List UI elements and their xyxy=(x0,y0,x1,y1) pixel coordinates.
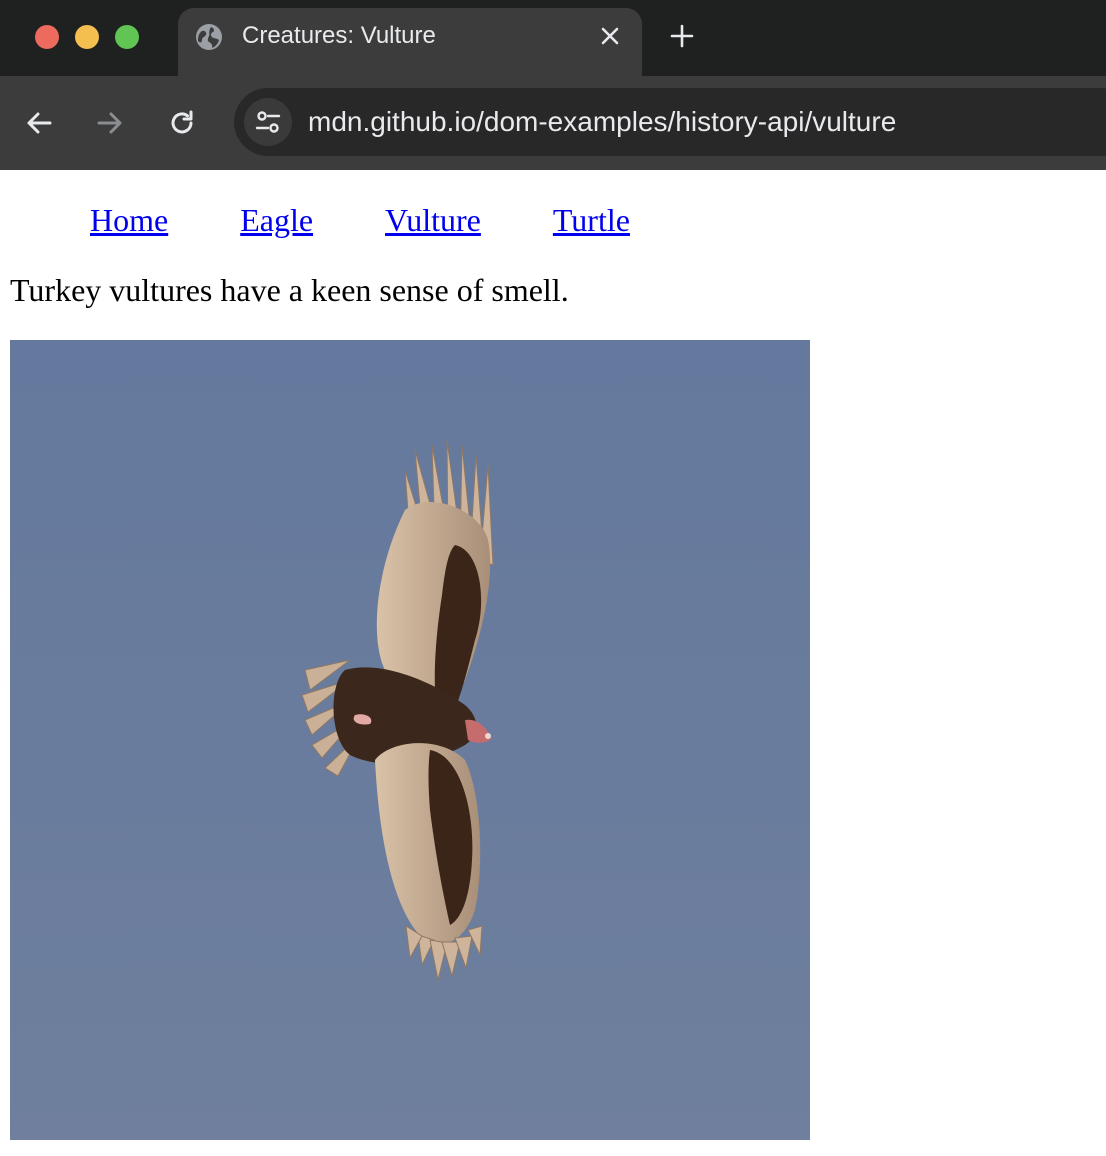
vulture-image xyxy=(10,340,810,1140)
nav-item: Home xyxy=(90,200,168,240)
arrow-left-icon[interactable] xyxy=(22,106,56,140)
nav-item: Vulture xyxy=(385,200,481,240)
eagle-link[interactable]: Eagle xyxy=(240,202,313,238)
home-link[interactable]: Home xyxy=(90,202,168,238)
address-bar[interactable]: mdn.github.io/dom-examples/history-api/v… xyxy=(234,88,1106,156)
url-text[interactable]: mdn.github.io/dom-examples/history-api/v… xyxy=(308,104,896,140)
window-minimize-button[interactable] xyxy=(75,25,99,49)
arrow-right-icon[interactable] xyxy=(93,106,127,140)
close-icon[interactable] xyxy=(598,24,622,48)
globe-icon xyxy=(196,24,222,50)
tab-active[interactable]: Creatures: Vulture xyxy=(178,8,642,76)
tab-title: Creatures: Vulture xyxy=(242,22,436,49)
window-close-button[interactable] xyxy=(35,25,59,49)
browser-toolbar: mdn.github.io/dom-examples/history-api/v… xyxy=(0,76,1106,170)
creature-nav: Home Eagle Vulture Turtle xyxy=(90,200,702,240)
plus-icon[interactable] xyxy=(668,22,696,50)
nav-item: Eagle xyxy=(240,200,313,240)
window-zoom-button[interactable] xyxy=(115,25,139,49)
page-content: Home Eagle Vulture Turtle Turkey vulture… xyxy=(0,170,1106,1156)
reload-icon[interactable] xyxy=(165,106,199,140)
turtle-link[interactable]: Turtle xyxy=(553,202,630,238)
tab-strip: Creatures: Vulture xyxy=(0,0,1106,76)
creature-description: Turkey vultures have a keen sense of sme… xyxy=(10,272,569,308)
nav-item: Turtle xyxy=(553,200,630,240)
tune-icon xyxy=(255,111,281,133)
vulture-link[interactable]: Vulture xyxy=(385,202,481,238)
site-info-button[interactable] xyxy=(244,98,292,146)
